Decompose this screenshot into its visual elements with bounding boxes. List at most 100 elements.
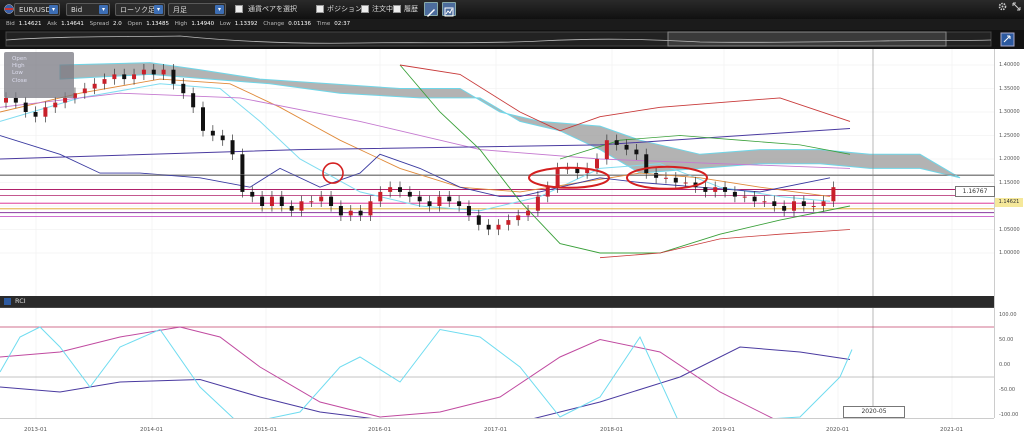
ohlc-info-box: Open High Low Close: [4, 52, 74, 98]
rci-axis-label: -100.00: [999, 412, 1019, 418]
candle-body: [368, 201, 373, 216]
draw-tool-button[interactable]: [424, 2, 438, 17]
candle-body: [279, 196, 284, 206]
candle-body: [417, 196, 422, 202]
pencil-icon: [427, 9, 435, 17]
time-axis-label: 2018-01: [600, 427, 623, 433]
rci-axis-label: -50.00: [999, 387, 1016, 393]
candle-body: [141, 69, 146, 75]
symbol-value: EUR/USD: [19, 6, 51, 14]
candle-body: [634, 149, 639, 155]
gear-icon[interactable]: [998, 2, 1007, 15]
current-price-tag: 1.14621: [995, 198, 1023, 207]
candle-body: [230, 140, 235, 155]
candle-body: [437, 196, 442, 206]
candle-body: [772, 201, 777, 206]
chevron-down-icon: ▾: [154, 5, 163, 14]
chevron-down-icon: ▾: [215, 5, 224, 14]
candle-body: [220, 135, 225, 141]
candle-body: [654, 173, 659, 178]
order-label: 注文中: [372, 5, 393, 13]
symbol-select[interactable]: EUR/USD ▾: [14, 3, 60, 16]
candle-body: [506, 220, 511, 225]
price-pane[interactable]: [0, 49, 994, 296]
low-value: 1.13392: [234, 21, 258, 27]
candle-body: [792, 201, 796, 211]
candle-body: [752, 196, 757, 202]
candle-body: [201, 107, 205, 131]
candle-body: [703, 187, 708, 192]
expand-icon[interactable]: [1012, 2, 1021, 15]
spread-label: Spread: [89, 21, 109, 27]
ohlc-open-label: Open: [12, 56, 27, 62]
candle-body: [240, 154, 245, 192]
time-axis: 2013-01 2014-01 2015-01 2016-01 2017-01 2018-…: [0, 418, 994, 442]
ask-value: 1.14641: [61, 21, 84, 27]
chevron-down-icon: ▾: [99, 5, 108, 14]
candle-body: [535, 196, 540, 211]
candle-body: [378, 191, 383, 202]
candle-body: [210, 130, 215, 136]
indicator-settings-button[interactable]: [442, 2, 456, 17]
time-axis-label: 2020-01: [826, 427, 849, 433]
price-axis-label: 1.30000: [999, 109, 1020, 115]
crosshair-price-tag: 1.16767: [955, 186, 995, 197]
bollinger-lower-line: [599, 229, 851, 259]
price-type-value: Bid: [71, 6, 83, 14]
candle-body: [407, 191, 412, 197]
toolbar: EUR/USD ▾ Bid ▾ ローソク足 ▾ 月足 ▾ 通貨ペアを選択 ポジション 注…: [0, 0, 1024, 19]
candle-body: [4, 97, 8, 103]
time-axis-label: 2017-01: [484, 427, 507, 433]
ask-label: Ask: [47, 21, 58, 27]
navigator-window[interactable]: [667, 31, 947, 47]
price-axis-label: 1.20000: [999, 156, 1020, 162]
time-axis-label: 2021-01: [940, 427, 963, 433]
high-label: High: [174, 21, 188, 27]
order-checkbox[interactable]: [361, 5, 369, 13]
candle-body: [663, 177, 668, 179]
change-label: Change: [263, 21, 285, 27]
candle-body: [309, 201, 314, 203]
time-axis-label: 2014-01: [140, 427, 163, 433]
candle-body: [23, 102, 28, 112]
candle-body: [329, 196, 334, 206]
chart-settings-icon: [444, 7, 454, 17]
candle-body: [13, 97, 18, 103]
chart-navigator[interactable]: [0, 30, 1024, 49]
candle-body: [33, 112, 38, 117]
candle-body: [624, 144, 629, 150]
chart-type-value: ローソク足: [120, 6, 155, 14]
candle-body: [555, 168, 560, 188]
candle-body: [43, 107, 48, 117]
candle-body: [575, 168, 580, 174]
navigator-end-button[interactable]: [1000, 32, 1015, 47]
rci-header: RCI: [0, 296, 994, 308]
candle-body: [801, 201, 806, 206]
candle-body: [476, 215, 481, 225]
chevron-down-icon: ▾: [49, 5, 58, 14]
history-label: 履歴: [404, 5, 418, 13]
candle-body: [92, 83, 97, 89]
candle-body: [112, 74, 117, 80]
chart-type-select[interactable]: ローソク足 ▾: [115, 3, 165, 16]
pair-select-checkbox[interactable]: [235, 5, 243, 13]
candle-body: [132, 74, 137, 80]
quote-info-row: Bid 1.14621 Ask 1.14641 Spread 2.0 Open 1.13…: [0, 19, 1024, 30]
candle-body: [811, 206, 816, 207]
price-axis-label: 1.35000: [999, 85, 1020, 92]
candle-body: [614, 140, 619, 145]
rci-axis-label: 0.00: [999, 362, 1011, 368]
candle-body: [732, 191, 737, 197]
history-checkbox[interactable]: [393, 5, 401, 13]
timeframe-select[interactable]: 月足 ▾: [168, 3, 226, 16]
candle-body: [319, 196, 324, 202]
candle-body: [673, 177, 678, 183]
candle-body: [358, 210, 363, 216]
rci-pane[interactable]: [0, 308, 994, 428]
timeframe-value: 月足: [173, 6, 187, 14]
candle-body: [516, 215, 521, 221]
collapse-icon[interactable]: [4, 298, 11, 305]
rci-axis-label: 100.00: [999, 312, 1017, 318]
position-checkbox[interactable]: [316, 5, 324, 13]
price-type-select[interactable]: Bid ▾: [66, 3, 110, 16]
